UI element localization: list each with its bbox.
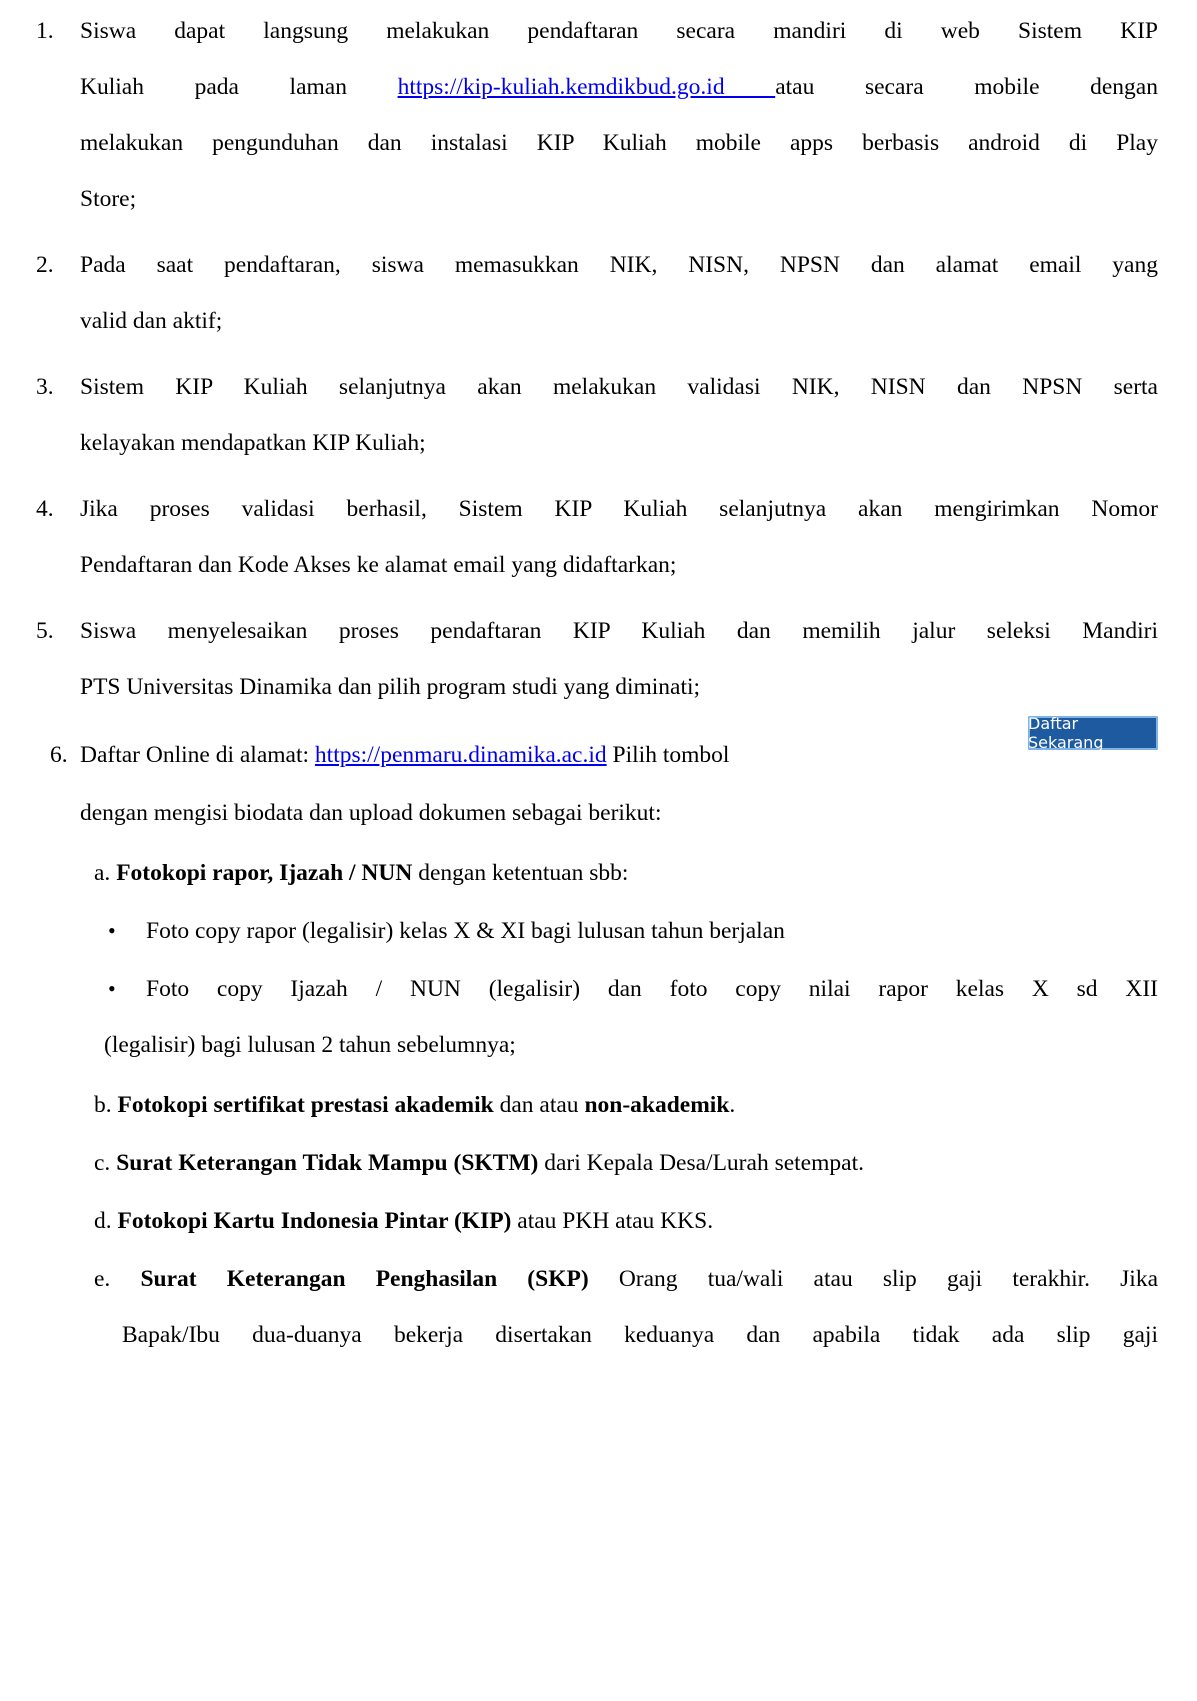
sub-d-rest: atau PKH atau KKS. <box>511 1208 714 1234</box>
sub-a-bullet-2-line-2: (legalisir) bagi lulusan 2 tahun sebelum… <box>104 1032 516 1058</box>
item-5-line-1: Siswa menyelesaikan proses pendaftaran K… <box>80 618 1158 644</box>
sub-e-line-2: Bapak/Ibu dua-duanya bekerja disertakan … <box>122 1322 1158 1348</box>
item-1-line-2: Kuliah pada laman https://kip-kuliah.kem… <box>80 72 1158 102</box>
sub-item-b: b. Fotokopi sertifikat prestasi akademik… <box>94 1090 735 1120</box>
sub-a-rest: dengan ketentuan sbb: <box>412 860 629 886</box>
item-6-text: Daftar Online di alamat: <box>80 742 315 768</box>
sub-b-bold-1: Fotokopi sertifikat prestasi akademik <box>117 1092 494 1118</box>
item-6-line-2: dengan mengisi biodata dan upload dokume… <box>80 800 662 826</box>
sub-item-e: e. Surat Keterangan Penghasilan (SKP) Or… <box>94 1264 1158 1294</box>
sub-a-bullet-2-line-1: Foto copy Ijazah / NUN (legalisir) dan f… <box>146 976 1158 1002</box>
sub-e-bold: Surat Keterangan Penghasilan (SKP) <box>140 1266 589 1292</box>
item-1-text: Kuliah pada laman <box>80 74 398 100</box>
sub-item-c: c. Surat Keterangan Tidak Mampu (SKTM) d… <box>94 1148 864 1178</box>
item-5-line-2: PTS Universitas Dinamika dan pilih progr… <box>80 674 701 700</box>
sub-b-bold-2: non-akademik <box>584 1092 730 1118</box>
list-number: 2. <box>36 252 54 278</box>
item-2-line-1: Pada saat pendaftaran, siswa memasukkan … <box>80 252 1158 278</box>
item-4-line-2: Pendaftaran dan Kode Akses ke alamat ema… <box>80 552 677 578</box>
bullet-icon: • <box>108 918 116 943</box>
sub-item-a: a. Fotokopi rapor, Ijazah / NUN dengan k… <box>94 858 628 888</box>
list-number: 5. <box>36 618 54 644</box>
item-6-text-cont: Pilih tombol <box>606 742 730 768</box>
sub-item-d: d. Fotokopi Kartu Indonesia Pintar (KIP)… <box>94 1206 713 1236</box>
sub-letter: b. <box>94 1092 112 1118</box>
item-4-line-1: Jika proses validasi berhasil, Sistem KI… <box>80 496 1158 522</box>
item-1-text-cont: atau secara mobile dengan <box>775 74 1158 100</box>
daftar-sekarang-button[interactable]: Daftar Sekarang <box>1028 714 1158 752</box>
list-number: 6. <box>50 742 68 768</box>
sub-e-rest: Orang tua/wali atau slip gaji terakhir. … <box>588 1266 1159 1292</box>
list-number: 4. <box>36 496 54 522</box>
sub-letter: d. <box>94 1208 112 1234</box>
sub-c-bold: Surat Keterangan Tidak Mampu (SKTM) <box>116 1150 539 1176</box>
item-2-line-2: valid dan aktif; <box>80 308 223 334</box>
item-6-line-1: Daftar Online di alamat: https://penmaru… <box>80 740 729 770</box>
list-number: 1. <box>36 18 54 44</box>
item-3-line-1: Sistem KIP Kuliah selanjutnya akan melak… <box>80 374 1158 400</box>
sub-letter: e. <box>94 1266 111 1292</box>
item-3-line-2: kelayakan mendapatkan KIP Kuliah; <box>80 430 426 456</box>
penmaru-link[interactable]: https://penmaru.dinamika.ac.id <box>315 742 607 768</box>
sub-a-bullet-1: Foto copy rapor (legalisir) kelas X & XI… <box>146 918 785 944</box>
sub-a-bold: Fotokopi rapor, Ijazah / NUN <box>116 860 413 886</box>
sub-c-rest: dari Kepala Desa/Lurah setempat. <box>538 1150 864 1176</box>
item-1-line-3: melakukan pengunduhan dan instalasi KIP … <box>80 130 1158 156</box>
sub-letter: c. <box>94 1150 111 1176</box>
sub-letter: a. <box>94 860 111 886</box>
kip-kuliah-link[interactable]: https://kip-kuliah.kemdikbud.go.id <box>398 74 776 100</box>
sub-b-mid: dan atau <box>493 1092 585 1118</box>
sub-d-bold: Fotokopi Kartu Indonesia Pintar (KIP) <box>117 1208 512 1234</box>
item-1-line-4: Store; <box>80 186 137 212</box>
list-number: 3. <box>36 374 54 400</box>
item-1-line-1: Siswa dapat langsung melakukan pendaftar… <box>80 18 1158 44</box>
bullet-icon: • <box>108 976 116 1001</box>
sub-b-end: . <box>729 1092 736 1118</box>
